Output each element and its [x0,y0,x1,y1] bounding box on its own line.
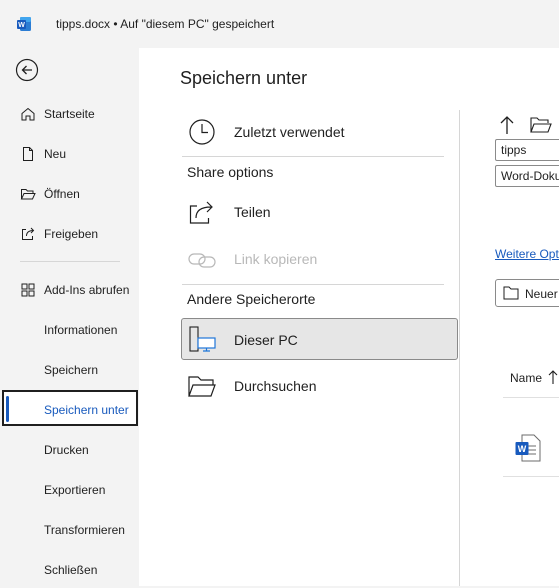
new-folder-icon [503,286,519,300]
more-options-link[interactable]: Weitere Optionen... [495,247,559,261]
nav-new[interactable]: Neu [2,136,138,172]
nav-transform[interactable]: Transformieren [2,512,138,548]
location-browse[interactable]: Durchsuchen [182,367,457,405]
link-icon [188,253,216,268]
location-label: Durchsuchen [234,378,317,394]
home-icon [21,107,35,121]
svg-text:W: W [18,22,25,29]
nav-label: Neu [44,147,67,161]
nav-label: Speichern [44,363,99,377]
location-recent[interactable]: Zuletzt verwendet [182,113,457,151]
nav-label: Speichern unter [44,403,129,417]
window-title: tipps.docx • Auf "diesem PC" gespeichert [56,17,275,31]
share-options-header: Share options [187,164,274,180]
nav-label: Add-Ins abrufen [44,283,130,297]
word-document-icon[interactable]: W [515,434,541,462]
location-label: Link kopieren [234,251,318,267]
backstage-sidebar: Startseite Neu Öffnen Freigeben Add-Ins … [0,48,139,586]
share-icon [22,227,35,240]
header-separator [503,397,559,398]
section-divider [182,284,444,285]
other-locations-header: Andere Speicherorte [187,291,316,307]
page-title: Speichern unter [180,68,308,88]
location-copy-link[interactable]: Link kopieren [182,240,457,278]
new-folder-button[interactable]: Neuer Ordner [495,279,559,307]
row-separator [503,476,559,477]
svg-text:W: W [518,444,527,454]
up-arrow-icon[interactable] [499,115,515,135]
nav-home[interactable]: Startseite [2,96,138,132]
folder-browse-icon [188,376,216,397]
location-share[interactable]: Teilen [182,193,457,231]
nav-label: Schließen [44,563,98,577]
new-folder-label: Neuer Ordner [525,287,559,301]
section-divider [182,156,444,157]
word-logo-icon: W [17,17,31,31]
back-arrow-icon[interactable] [15,58,39,82]
nav-info[interactable]: Informationen [2,312,138,348]
location-label: Teilen [234,204,271,220]
nav-save[interactable]: Speichern [2,352,138,388]
pane-separator [459,110,460,586]
this-pc-icon [189,326,216,352]
nav-label: Transformieren [44,523,125,537]
file-browser-pane: tipps Word-Dokument (*.docx) Weitere Opt… [495,110,559,586]
nav-get-addins[interactable]: Add-Ins abrufen [2,272,138,308]
folder-open-icon [20,189,36,200]
share-arrow-icon [189,201,213,224]
new-document-icon [23,147,33,161]
clock-icon [189,119,215,145]
location-label: Dieser PC [234,332,298,348]
nav-save-as[interactable]: Speichern unter [2,390,138,426]
nav-export[interactable]: Exportieren [2,472,138,508]
nav-label: Informationen [44,323,118,337]
save-as-panel: Speichern unter Zuletzt verwendet Share … [139,48,559,586]
nav-print[interactable]: Drucken [2,432,138,468]
nav-close[interactable]: Schließen [2,552,138,588]
location-label: Zuletzt verwendet [234,124,345,140]
sort-ascending-icon [548,370,558,384]
sidebar-divider [20,261,120,262]
nav-share[interactable]: Freigeben [2,216,138,252]
filetype-select[interactable]: Word-Dokument (*.docx) [495,165,559,187]
nav-label: Drucken [44,443,89,457]
name-column-header[interactable]: Name [510,371,542,385]
filename-input[interactable]: tipps [495,139,559,161]
addins-grid-icon [21,283,35,297]
nav-label: Öffnen [44,187,80,201]
nav-label: Exportieren [44,483,106,497]
nav-label: Startseite [44,107,95,121]
nav-label: Freigeben [44,227,99,241]
browse-folder-icon[interactable] [530,117,552,133]
nav-open[interactable]: Öffnen [2,176,138,212]
title-bar: W tipps.docx • Auf "diesem PC" gespeiche… [0,0,559,48]
location-this-pc[interactable]: Dieser PC [181,318,458,360]
